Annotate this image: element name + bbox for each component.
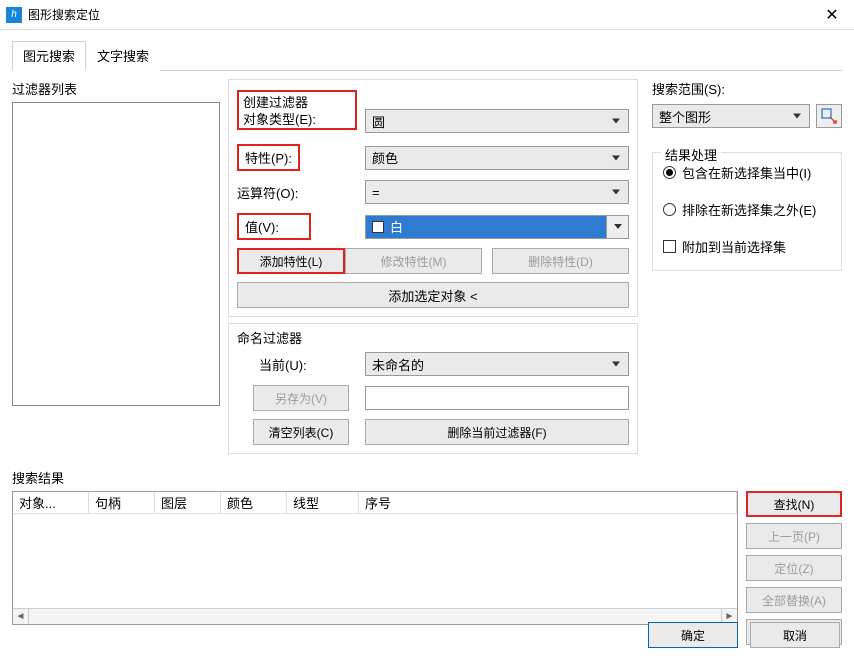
radio-exclude[interactable]: 排除在新选择集之外(E) — [663, 200, 831, 219]
tab-text-search[interactable]: 文字搜索 — [86, 41, 160, 71]
locate-button[interactable]: 定位(Z) — [746, 555, 842, 581]
grid-header: 对象... 句柄 图层 颜色 线型 序号 — [13, 492, 737, 514]
ok-button[interactable]: 确定 — [648, 622, 738, 648]
modify-property-button[interactable]: 修改特性(M) — [345, 248, 482, 274]
chevron-down-icon — [606, 216, 628, 238]
title-bar: h 图形搜索定位 ✕ — [0, 0, 854, 30]
operator-select[interactable]: = — [365, 180, 629, 204]
current-filter-select[interactable]: 未命名的 — [365, 352, 629, 376]
results-grid[interactable]: 对象... 句柄 图层 颜色 线型 序号 ◄ ► — [12, 491, 738, 625]
window-title: 图形搜索定位 — [28, 6, 810, 23]
clear-list-button[interactable]: 清空列表(C) — [253, 419, 349, 445]
filter-list-label: 过滤器列表 — [12, 79, 220, 98]
dialog-footer: 确定 取消 — [0, 612, 854, 658]
pick-icon — [821, 108, 837, 124]
save-as-button[interactable]: 另存为(V) — [253, 385, 349, 411]
radio-on-icon — [663, 166, 676, 179]
save-as-input[interactable] — [365, 386, 629, 410]
color-swatch-icon — [372, 221, 384, 233]
delete-current-filter-button[interactable]: 删除当前过滤器(F) — [365, 419, 629, 445]
object-type-label: 对象类型(E): — [243, 111, 351, 128]
property-label: 特性(P): — [237, 144, 300, 171]
object-type-select[interactable]: 圆 — [365, 109, 629, 133]
delete-property-button[interactable]: 删除特性(D) — [492, 248, 629, 274]
create-filter-highlight: 创建过滤器 对象类型(E): — [237, 90, 357, 130]
filter-list[interactable] — [12, 102, 220, 406]
col-color[interactable]: 颜色 — [221, 492, 287, 514]
result-handling-legend: 结果处理 — [661, 145, 721, 164]
search-scope-label: 搜索范围(S): — [652, 79, 842, 98]
col-layer[interactable]: 图层 — [155, 492, 221, 514]
close-icon[interactable]: ✕ — [810, 0, 854, 30]
prev-page-button[interactable]: 上一页(P) — [746, 523, 842, 549]
check-append[interactable]: 附加到当前选择集 — [663, 237, 831, 256]
radio-off-icon — [663, 203, 676, 216]
value-select[interactable]: 白 — [365, 215, 629, 239]
cancel-button[interactable]: 取消 — [750, 622, 840, 648]
search-scope-select[interactable]: 整个图形 — [652, 104, 810, 128]
tab-element-search[interactable]: 图元搜索 — [12, 41, 86, 71]
property-select[interactable]: 颜色 — [365, 146, 629, 170]
current-filter-label: 当前(U): — [237, 355, 365, 374]
tab-strip: 图元搜索 文字搜索 — [12, 40, 842, 71]
add-property-button[interactable]: 添加特性(L) — [237, 248, 345, 274]
add-selected-objects-button[interactable]: 添加选定对象 < — [237, 282, 629, 308]
app-icon: h — [6, 7, 22, 23]
result-handling-group: 结果处理 包含在新选择集当中(I) 排除在新选择集之外(E) 附加到当前选择集 — [652, 152, 842, 271]
named-filter-group: 命名过滤器 当前(U): 未命名的 另存为(V) — [228, 323, 638, 454]
find-button[interactable]: 查找(N) — [746, 491, 842, 517]
col-index[interactable]: 序号 — [359, 492, 737, 514]
value-label: 值(V): — [237, 213, 311, 240]
col-handle[interactable]: 句柄 — [89, 492, 155, 514]
replace-all-button[interactable]: 全部替换(A) — [746, 587, 842, 613]
operator-label: 运算符(O): — [237, 183, 365, 202]
create-filter-group: 创建过滤器 对象类型(E): 圆 — [228, 79, 638, 317]
named-filter-group-label: 命名过滤器 — [237, 328, 629, 347]
radio-include[interactable]: 包含在新选择集当中(I) — [663, 163, 831, 182]
col-linetype[interactable]: 线型 — [287, 492, 359, 514]
create-filter-group-label: 创建过滤器 — [243, 94, 351, 111]
grid-body — [13, 514, 737, 608]
pick-objects-button[interactable] — [816, 104, 842, 128]
results-label: 搜索结果 — [12, 468, 842, 487]
col-object[interactable]: 对象... — [13, 492, 89, 514]
checkbox-icon — [663, 240, 676, 253]
